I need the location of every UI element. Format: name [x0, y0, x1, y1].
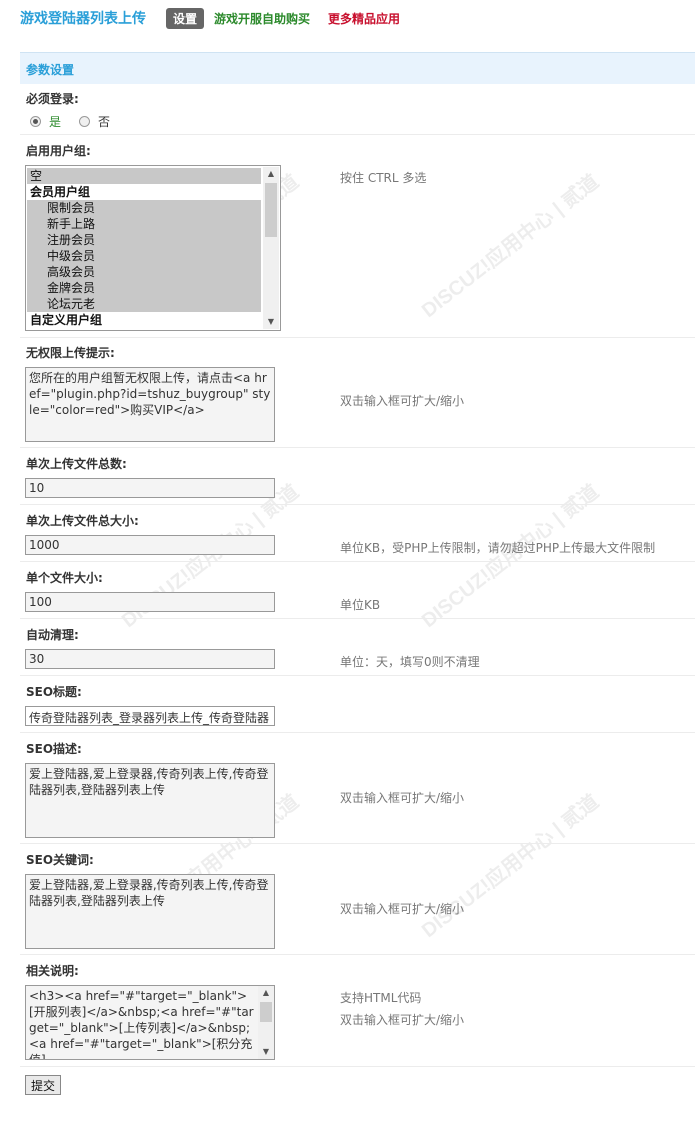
max-file-size-label: 单个文件大小:: [26, 571, 103, 585]
require-login-radio-group: 是 否: [30, 113, 128, 130]
require-login-label: 必须登录:: [26, 92, 79, 106]
description-label: 相关说明:: [26, 964, 79, 978]
description-tip: 支持HTML代码: [340, 991, 422, 1005]
section-header: 参数设置: [20, 52, 695, 84]
page-header: 游戏登陆器列表上传 设置 游戏开服自助购买 更多精品应用: [20, 7, 418, 29]
divider: [20, 134, 695, 135]
listbox-scrollbar[interactable]: ▲ ▼: [263, 167, 279, 329]
description-textarea[interactable]: <h3><a href="#"target="_blank">[开服列表]</a…: [25, 985, 275, 1060]
require-login-yes-label[interactable]: 是: [49, 113, 61, 130]
divider: [20, 843, 695, 844]
max-files-input[interactable]: 10: [25, 478, 275, 498]
no-permission-tip-textarea[interactable]: 您所在的用户组暂无权限上传，请点击<a href="plugin.php?id=…: [25, 367, 275, 442]
divider: [20, 675, 695, 676]
user-group-optgroup: 自定义用户组: [27, 312, 261, 328]
user-groups-select[interactable]: 空 会员用户组 限制会员 新手上路 注册会员 中级会员 高级会员 金牌会员 论坛…: [25, 165, 281, 331]
tab-server-purchase[interactable]: 游戏开服自助购买: [214, 10, 310, 27]
tab-more-apps[interactable]: 更多精品应用: [328, 10, 400, 27]
scroll-up-icon[interactable]: ▲: [263, 167, 279, 181]
require-login-no-label[interactable]: 否: [98, 113, 110, 130]
divider: [20, 732, 695, 733]
divider: [20, 337, 695, 338]
user-group-option[interactable]: 限制会员: [27, 200, 261, 216]
max-total-size-tip: 单位KB，受PHP上传限制，请勿超过PHP上传最大文件限制: [340, 541, 656, 555]
require-login-yes-radio[interactable]: [30, 116, 41, 127]
seo-keywords-label: SEO关键词:: [26, 853, 94, 867]
divider: [20, 447, 695, 448]
seo-description-tip: 双击输入框可扩大/缩小: [340, 791, 465, 805]
user-group-option[interactable]: 空: [27, 168, 261, 184]
max-file-size-input[interactable]: 100: [25, 592, 275, 612]
user-group-optgroup: 会员用户组: [27, 184, 261, 200]
user-group-option[interactable]: 新手上路: [27, 216, 261, 232]
user-group-option[interactable]: 论坛元老: [27, 296, 261, 312]
max-total-size-label: 单次上传文件总大小:: [26, 514, 139, 528]
user-group-option[interactable]: 中级会员: [27, 248, 261, 264]
divider: [20, 954, 695, 955]
auto-clean-tip: 单位：天，填写0则不清理: [340, 655, 480, 669]
divider: [20, 1066, 695, 1067]
watermark: DISCUZ!应用中心 | 贰道: [417, 790, 604, 943]
scroll-down-icon[interactable]: ▼: [258, 1045, 274, 1059]
scroll-up-icon[interactable]: ▲: [258, 986, 274, 1000]
user-groups-label: 启用用户组:: [26, 144, 91, 158]
max-total-size-input[interactable]: 1000: [25, 535, 275, 555]
scroll-thumb[interactable]: [260, 1002, 272, 1022]
divider: [20, 618, 695, 619]
user-group-option[interactable]: 高级会员: [27, 264, 261, 280]
scroll-down-icon[interactable]: ▼: [263, 315, 279, 329]
description-tip-2: 双击输入框可扩大/缩小: [340, 1013, 465, 1027]
seo-description-label: SEO描述:: [26, 742, 82, 756]
no-permission-tip-label: 无权限上传提示:: [26, 346, 115, 360]
auto-clean-label: 自动清理:: [26, 628, 79, 642]
seo-title-label: SEO标题:: [26, 685, 82, 699]
user-group-option[interactable]: 注册会员: [27, 232, 261, 248]
seo-keywords-tip: 双击输入框可扩大/缩小: [340, 902, 465, 916]
divider: [20, 504, 695, 505]
max-file-size-tip: 单位KB: [340, 598, 381, 612]
user-groups-tip: 按住 CTRL 多选: [340, 171, 427, 185]
seo-keywords-textarea[interactable]: 爱上登陆器,爱上登录器,传奇列表上传,传奇登陆器列表,登陆器列表上传: [25, 874, 275, 949]
seo-title-input[interactable]: 传奇登陆器列表_登录器列表上传_传奇登陆器: [25, 706, 275, 726]
submit-button[interactable]: 提交: [25, 1075, 61, 1095]
section-title: 参数设置: [26, 63, 75, 77]
require-login-no-radio[interactable]: [79, 116, 91, 127]
watermark: DISCUZ!应用中心 | 贰道: [417, 170, 604, 323]
no-permission-tip-hint: 双击输入框可扩大/缩小: [340, 394, 465, 408]
tab-settings[interactable]: 设置: [166, 7, 205, 29]
max-files-label: 单次上传文件总数:: [26, 457, 127, 471]
page-title: 游戏登陆器列表上传: [20, 11, 146, 27]
auto-clean-input[interactable]: 30: [25, 649, 275, 669]
user-group-option[interactable]: 金牌会员: [27, 280, 261, 296]
divider: [20, 561, 695, 562]
description-scrollbar[interactable]: ▲ ▼: [258, 986, 274, 1059]
seo-description-textarea[interactable]: 爱上登陆器,爱上登录器,传奇列表上传,传奇登陆器列表,登陆器列表上传: [25, 763, 275, 838]
scroll-thumb[interactable]: [265, 183, 277, 237]
